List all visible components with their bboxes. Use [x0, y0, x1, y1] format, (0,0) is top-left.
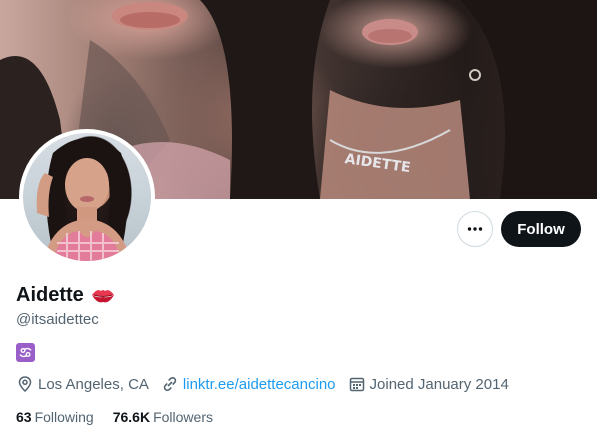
- location-item: Los Angeles, CA: [16, 375, 149, 393]
- followers-label: Followers: [153, 409, 213, 425]
- profile-meta: Los Angeles, CA linktr.ee/aidettecancino…: [16, 375, 521, 393]
- follow-stats: 63 Following 76.6K Followers: [16, 409, 232, 425]
- website-item[interactable]: linktr.ee/aidettecancino: [161, 375, 336, 393]
- joined-item: Joined January 2014: [348, 375, 509, 393]
- avatar[interactable]: [19, 129, 155, 265]
- location-pin-icon: [18, 376, 32, 393]
- following-label: Following: [34, 409, 94, 425]
- kissing-lips-icon: [90, 286, 116, 306]
- follow-button-label: Follow: [517, 220, 565, 238]
- location-text: Los Angeles, CA: [38, 375, 149, 393]
- follow-button[interactable]: Follow: [501, 211, 581, 247]
- followers-stat[interactable]: 76.6K Followers: [113, 409, 213, 425]
- more-options-button[interactable]: [457, 211, 493, 247]
- website-link[interactable]: linktr.ee/aidettecancino: [183, 376, 336, 393]
- joined-text: Joined January 2014: [369, 375, 509, 393]
- following-count: 63: [16, 409, 32, 425]
- following-stat[interactable]: 63 Following: [16, 409, 94, 425]
- followers-count: 76.6K: [112, 409, 151, 425]
- more-horizontal-icon: [467, 227, 483, 231]
- display-name-row: Aidette: [16, 284, 116, 307]
- calendar-icon: [349, 377, 364, 392]
- display-name: Aidette: [16, 284, 84, 306]
- cancer-zodiac-icon: [16, 343, 35, 362]
- profile-handle: @itsaidettec: [16, 311, 99, 328]
- link-icon: [163, 376, 177, 392]
- avatar-image: [36, 138, 131, 261]
